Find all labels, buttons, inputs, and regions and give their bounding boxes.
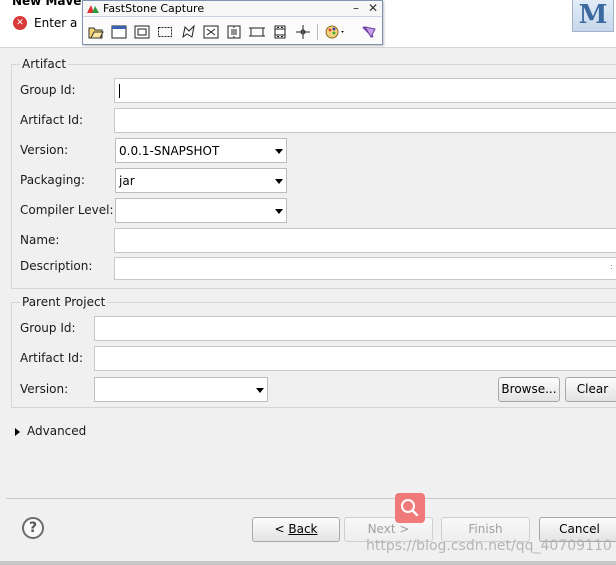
fullscreen-capture-icon[interactable] xyxy=(200,21,222,43)
clear-button[interactable]: Clear xyxy=(565,377,616,402)
parent-version-label: Version: xyxy=(20,382,69,396)
name-label: Name: xyxy=(20,233,60,247)
faststone-capture-toolbar: FastStone Capture – ✕ xyxy=(82,0,383,45)
help-icon[interactable]: ? xyxy=(22,517,44,539)
crosshair-icon[interactable] xyxy=(292,21,314,43)
text-cursor xyxy=(119,84,120,98)
parent-project-group-title: Parent Project xyxy=(20,295,108,309)
version-combo[interactable]: 0.0.1-SNAPSHOT xyxy=(115,138,287,163)
artifact-group-title: Artifact xyxy=(20,57,69,71)
parent-artifact-id-label: Artifact Id: xyxy=(20,351,84,365)
faststone-title: FastStone Capture xyxy=(103,2,205,15)
rectangle-capture-icon[interactable] xyxy=(154,21,176,43)
artifact-id-label: Artifact Id: xyxy=(20,113,84,127)
faststone-logo-icon xyxy=(87,5,99,13)
maven-logo: M xyxy=(572,0,614,32)
packaging-value: jar xyxy=(119,174,135,188)
artifact-id-field[interactable] xyxy=(114,108,616,133)
scroll-arrow-icon[interactable]: : xyxy=(610,262,616,278)
open-icon[interactable] xyxy=(85,21,107,43)
scrolling-capture-icon[interactable] xyxy=(223,21,245,43)
description-field[interactable] xyxy=(114,257,616,280)
name-field[interactable] xyxy=(114,228,616,253)
palette-icon[interactable] xyxy=(323,21,349,43)
parent-version-combo[interactable] xyxy=(94,377,268,402)
close-button[interactable]: ✕ xyxy=(366,1,380,16)
chevron-down-icon xyxy=(275,149,283,154)
version-value: 0.0.1-SNAPSHOT xyxy=(119,144,220,158)
parent-group-id-label: Group Id: xyxy=(20,321,76,335)
fixed-region-icon[interactable] xyxy=(246,21,268,43)
compiler-level-label: Compiler Level: xyxy=(20,203,114,217)
window-bottom-edge xyxy=(0,561,616,565)
chevron-down-icon xyxy=(256,388,264,393)
parent-group-id-field[interactable] xyxy=(94,316,616,341)
expand-arrow-icon[interactable] xyxy=(15,428,20,436)
faststone-tools xyxy=(85,21,380,43)
window-capture-icon[interactable] xyxy=(108,21,130,43)
chevron-down-icon xyxy=(275,179,283,184)
packaging-combo[interactable]: jar xyxy=(115,168,287,193)
back-button[interactable]: < Back xyxy=(252,517,340,542)
minimize-button[interactable]: – xyxy=(349,1,363,16)
group-id-field[interactable] xyxy=(114,78,616,103)
object-capture-icon[interactable] xyxy=(131,21,153,43)
settings-icon[interactable] xyxy=(358,21,380,43)
chevron-down-icon xyxy=(275,209,283,214)
search-overlay-icon[interactable] xyxy=(395,493,425,523)
back-prefix: < xyxy=(274,522,289,536)
footer-separator xyxy=(6,498,616,499)
faststone-titlebar[interactable]: FastStone Capture – ✕ xyxy=(83,1,382,17)
browse-button[interactable]: Browse... xyxy=(498,377,560,402)
version-label: Version: xyxy=(20,143,69,157)
wizard-message: Enter a c xyxy=(34,16,88,30)
advanced-toggle[interactable]: Advanced xyxy=(27,424,86,438)
packaging-label: Packaging: xyxy=(20,173,85,187)
back-label: Back xyxy=(288,522,318,536)
group-id-label: Group Id: xyxy=(20,83,76,97)
toolbar-separator xyxy=(317,24,318,40)
freehand-capture-icon[interactable] xyxy=(177,21,199,43)
compiler-level-combo[interactable] xyxy=(115,198,287,223)
description-label: Description: xyxy=(20,259,93,273)
parent-artifact-id-field[interactable] xyxy=(94,346,616,371)
wizard-title: New Maven xyxy=(12,0,90,8)
error-icon: ✕ xyxy=(13,16,27,30)
video-capture-icon[interactable] xyxy=(269,21,291,43)
watermark-text: https://blog.csdn.net/qq_40709110 xyxy=(366,538,612,554)
